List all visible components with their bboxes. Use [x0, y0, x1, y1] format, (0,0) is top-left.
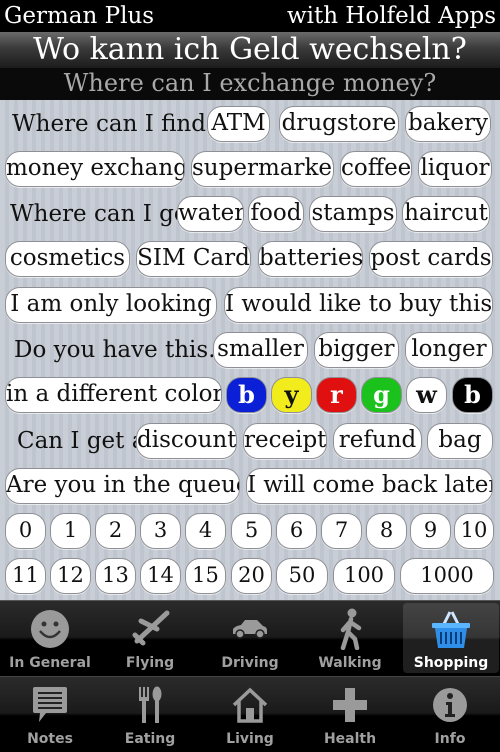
number-button[interactable]: 7 — [321, 513, 362, 549]
tab-living[interactable]: Living — [202, 679, 298, 749]
tab-in-general[interactable]: In General — [2, 603, 98, 673]
publisher-label: with Holfeld Apps — [286, 3, 496, 29]
sim-card-button[interactable]: SIM Card — [136, 241, 251, 277]
tab-flying[interactable]: Flying — [102, 603, 198, 673]
number-button[interactable]: 2 — [95, 513, 136, 549]
longer-button[interactable]: longer — [405, 332, 493, 368]
bakery-button[interactable]: bakery — [405, 106, 491, 142]
only-looking-button[interactable]: I am only looking — [5, 287, 217, 323]
airplane-icon — [102, 607, 198, 651]
different-color-button[interactable]: in a different color? — [5, 377, 222, 413]
batteries-button[interactable]: batteries — [258, 241, 363, 277]
phrase-board: Where can I find... ATM drugstore bakery… — [0, 100, 500, 600]
tab-health[interactable]: Health — [302, 679, 398, 749]
tab-label: Shopping — [413, 655, 489, 671]
smaller-button[interactable]: smaller — [213, 332, 308, 368]
supermarket-button[interactable]: supermarket — [191, 151, 334, 187]
stamps-button[interactable]: stamps — [309, 196, 397, 232]
subtitle-bar: Where can I exchange money? — [0, 68, 500, 100]
tab-eating[interactable]: Eating — [102, 679, 198, 749]
food-button[interactable]: food — [248, 196, 304, 232]
number-button[interactable]: 5 — [231, 513, 272, 549]
page-title-german: Wo kann ich Geld wechseln? — [33, 32, 467, 67]
number-button[interactable]: 6 — [276, 513, 317, 549]
cross-icon — [302, 683, 398, 727]
tab-driving[interactable]: Driving — [202, 603, 298, 673]
bag-button[interactable]: bag — [427, 423, 493, 459]
app-header: German Plus with Holfeld Apps — [0, 0, 500, 32]
buy-this-button[interactable]: I would like to buy this — [224, 287, 493, 323]
color-red-button[interactable]: r — [316, 377, 357, 413]
tab-notes[interactable]: Notes — [2, 679, 98, 749]
tab-info[interactable]: Info — [402, 679, 498, 749]
liquor-button[interactable]: liquor — [418, 151, 492, 187]
phrase-do-you-have-this[interactable]: Do you have this... — [14, 334, 230, 367]
title-bar: Wo kann ich Geld wechseln? — [0, 32, 500, 68]
number-button[interactable]: 3 — [140, 513, 181, 549]
number-button[interactable]: 9 — [410, 513, 451, 549]
money-exchange-button[interactable]: money exchange — [5, 151, 185, 187]
discount-button[interactable]: discount — [136, 423, 237, 459]
number-button[interactable]: 15 — [185, 558, 226, 594]
number-button[interactable]: 1 — [50, 513, 91, 549]
number-button[interactable]: 8 — [366, 513, 407, 549]
water-button[interactable]: water — [177, 196, 244, 232]
tab-label: Eating — [124, 731, 176, 747]
tab-label: Driving — [221, 655, 279, 671]
number-button[interactable]: 14 — [140, 558, 181, 594]
tab-label: Flying — [125, 655, 175, 671]
come-back-later-button[interactable]: I will come back later — [246, 468, 493, 504]
haircut-button[interactable]: haircut — [402, 196, 490, 232]
queue-button[interactable]: Are you in the queue — [5, 468, 240, 504]
number-button[interactable]: 20 — [231, 558, 272, 594]
smiley-icon — [2, 607, 98, 651]
category-tab-bar-secondary: Notes Eating Living Health Info — [0, 676, 500, 752]
tab-label: Walking — [318, 655, 382, 671]
tab-label: Notes — [27, 731, 73, 747]
tab-label: In General — [9, 655, 91, 671]
walking-person-icon — [302, 607, 398, 651]
number-button[interactable]: 13 — [95, 558, 136, 594]
post-cards-button[interactable]: post cards — [369, 241, 493, 277]
refund-button[interactable]: refund — [333, 423, 422, 459]
phrase-can-i-get-a[interactable]: Can I get a — [17, 425, 145, 458]
car-icon — [202, 607, 298, 651]
tab-shopping[interactable]: Shopping — [403, 603, 499, 673]
receipt-button[interactable]: receipt — [243, 423, 327, 459]
tab-label: Living — [226, 731, 274, 747]
color-black-button[interactable]: b — [452, 377, 493, 413]
number-button[interactable]: 10 — [454, 513, 494, 549]
app-name: German Plus — [4, 3, 155, 29]
color-green-button[interactable]: g — [361, 377, 402, 413]
tab-label: Info — [434, 731, 466, 747]
shopping-basket-icon — [403, 607, 499, 651]
number-button[interactable]: 1000 — [400, 558, 494, 594]
tab-walking[interactable]: Walking — [302, 603, 398, 673]
info-icon — [402, 683, 498, 727]
color-blue-button[interactable]: b — [226, 377, 267, 413]
fork-spoon-icon — [102, 683, 198, 727]
number-button[interactable]: 50 — [276, 558, 328, 594]
cosmetics-button[interactable]: cosmetics — [5, 241, 130, 277]
page-title-english: Where can I exchange money? — [63, 69, 437, 97]
house-icon — [202, 683, 298, 727]
category-tab-bar-primary: In General Flying Driving Walking Shoppi… — [0, 600, 500, 676]
coffee-button[interactable]: coffee — [340, 151, 412, 187]
phrase-where-can-i-find[interactable]: Where can I find... — [12, 108, 228, 141]
number-button[interactable]: 12 — [50, 558, 91, 594]
number-button[interactable]: 100 — [333, 558, 395, 594]
number-button[interactable]: 4 — [185, 513, 226, 549]
color-white-button[interactable]: w — [406, 377, 447, 413]
speech-bubble-icon — [2, 683, 98, 727]
bigger-button[interactable]: bigger — [314, 332, 399, 368]
atm-button[interactable]: ATM — [207, 106, 270, 142]
number-button[interactable]: 0 — [5, 513, 46, 549]
tab-label: Health — [323, 731, 377, 747]
drugstore-button[interactable]: drugstore — [279, 106, 399, 142]
color-yellow-button[interactable]: y — [271, 377, 312, 413]
number-button[interactable]: 11 — [5, 558, 46, 594]
phrase-where-can-i-get[interactable]: Where can I get — [10, 198, 197, 231]
